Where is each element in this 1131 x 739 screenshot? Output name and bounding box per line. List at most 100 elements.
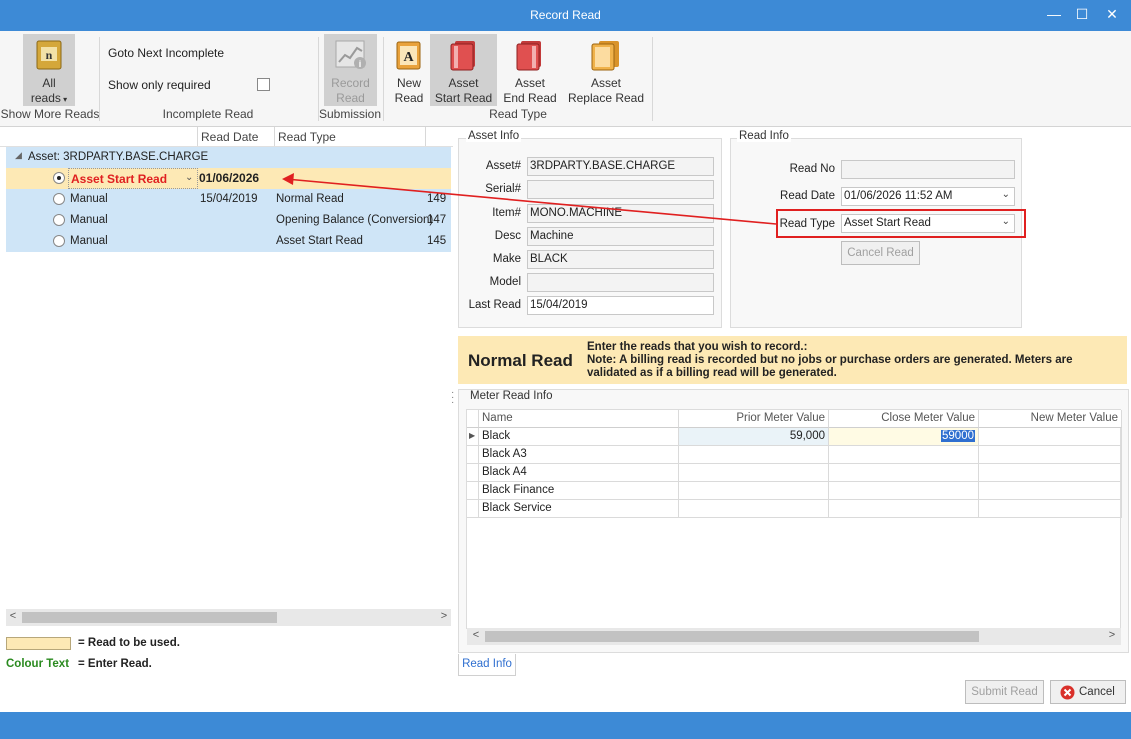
window-title: Record Read [530,8,601,22]
red-book-icon [516,41,541,71]
read-type-select[interactable]: Asset Start Read ⌄ [841,214,1015,233]
record-read-button[interactable]: i Record Read [324,34,377,106]
close-meter-input[interactable] [829,446,979,464]
show-only-required-label: Show only required [108,78,211,92]
read-radio-selected[interactable] [53,172,65,184]
model-label: Model [489,276,521,288]
asset-replace-read-label-1: Asset [590,76,621,90]
ribbon-separator [652,37,653,121]
group-incomplete-read: Incomplete Read [162,107,254,121]
column-header-name[interactable]: Name [479,410,679,428]
make-label: Make [492,253,521,265]
ribbon-separator [99,37,100,121]
new-meter-input[interactable] [979,446,1122,464]
column-header-prior[interactable]: Prior Meter Value [679,410,829,428]
close-meter-input[interactable] [829,500,979,518]
meter-grid-scrollbar[interactable]: < > [467,628,1121,645]
scroll-right-icon[interactable]: > [437,610,451,622]
read-row[interactable]: Manual Asset Start Read 145 [6,231,451,252]
asset-end-read-label-2: End Read [503,91,557,105]
model-field[interactable] [527,273,714,292]
tab-read-info[interactable]: Read Info [458,654,516,676]
row-indicator [467,464,479,482]
chevron-down-icon[interactable]: ⌄ [1002,189,1010,200]
annotation-arrow [282,173,777,225]
banner-title: Normal Read [468,351,573,370]
close-meter-input[interactable] [829,464,979,482]
column-header-new[interactable]: New Meter Value [979,410,1122,428]
svg-text:A: A [403,50,414,65]
red-book-icon [450,41,475,71]
read-type-value: Asset Start Read [844,217,931,229]
cancel-label: Cancel [1079,686,1115,698]
splitter-grip-icon[interactable]: · · · [451,388,454,408]
new-read-label-1: New [396,76,421,90]
last-read-label: Last Read [468,299,521,311]
close-meter-input[interactable]: 59000 [829,428,979,446]
new-read-button[interactable]: A New Read [390,34,428,106]
letter-a-book-icon: A [396,41,421,70]
prior-meter-value: 59,000 [679,428,829,446]
all-reads-label-2: reads [30,91,61,105]
read-no-field[interactable] [841,160,1015,179]
scroll-right-icon[interactable]: > [1105,629,1119,641]
read-date: 15/04/2019 [200,193,258,205]
make-field[interactable]: BLACK [527,250,714,269]
scroll-left-icon[interactable]: < [6,610,20,622]
meter-name: Black Finance [479,482,679,500]
asset-replace-read-button[interactable]: Asset Replace Read [565,34,647,106]
read-source: Manual [70,235,108,247]
column-header-close[interactable]: Close Meter Value [829,410,979,428]
scroll-thumb[interactable] [485,631,979,642]
new-read-label-2: Read [394,91,424,105]
asset-end-read-button[interactable]: Asset End Read [500,34,560,106]
new-meter-input[interactable] [979,464,1122,482]
new-meter-input[interactable] [979,500,1122,518]
read-source: Manual [70,214,108,226]
group-show-more-reads: Show More Reads [0,107,100,121]
row-indicator [467,482,479,500]
read-date-field[interactable]: 01/06/2026 11:52 AM ⌄ [841,187,1015,206]
chevron-down-icon[interactable]: ⌄ [1002,216,1010,227]
normal-read-banner: Normal Read Enter the reads that you wis… [458,336,1127,384]
all-reads-label-1: All [42,76,56,90]
selected-read-date[interactable]: 01/06/2026 [199,171,259,185]
status-bar [0,712,1131,739]
dropdown-arrow-icon: ▾ [60,95,68,104]
maximize-button[interactable]: ☐ [1068,4,1096,26]
svg-text:i: i [359,59,362,69]
read-radio[interactable] [53,193,65,205]
last-read-field[interactable]: 15/04/2019 [527,296,714,315]
close-meter-input[interactable] [829,482,979,500]
prior-meter-value [679,464,829,482]
submit-read-button[interactable]: Submit Read [965,680,1044,704]
legend-colour-text: Colour Text [6,658,70,670]
new-meter-input[interactable] [979,482,1122,500]
record-read-label-1: Record [331,76,370,90]
cancel-read-button[interactable]: Cancel Read [841,241,920,265]
record-read-label-2: Read [336,91,365,105]
meter-name: Black A4 [479,464,679,482]
asset-start-read-button[interactable]: Asset Start Read [430,34,497,106]
show-only-required-checkbox[interactable] [257,78,270,91]
prior-meter-value [679,500,829,518]
scroll-thumb[interactable] [22,612,277,623]
column-header-read-type[interactable]: Read Type [274,127,425,146]
collapse-triangle-icon[interactable]: ◢ [15,150,22,161]
read-radio[interactable] [53,235,65,247]
goto-next-incomplete-button[interactable]: Goto Next Incomplete [108,46,224,60]
tree-root-label: Asset: 3RDPARTY.BASE.CHARGE [28,151,209,163]
group-read-type: Read Type [489,107,547,121]
tree-root-row[interactable]: ◢ Asset: 3RDPARTY.BASE.CHARGE [6,147,451,168]
close-button[interactable]: ✕ [1098,4,1126,26]
all-reads-button[interactable]: n All reads ▾ [23,34,75,106]
minimize-button[interactable]: — [1040,4,1068,26]
column-header-read-date[interactable]: Read Date [197,127,275,146]
legend-swatch [6,637,71,650]
cancel-button[interactable]: Cancel [1050,680,1126,704]
read-type-dropdown[interactable]: Asset Start Read ⌄ [68,168,198,189]
left-horizontal-scrollbar[interactable]: < > [6,609,451,626]
read-radio[interactable] [53,214,65,226]
scroll-left-icon[interactable]: < [469,629,483,641]
new-meter-input[interactable] [979,428,1122,446]
